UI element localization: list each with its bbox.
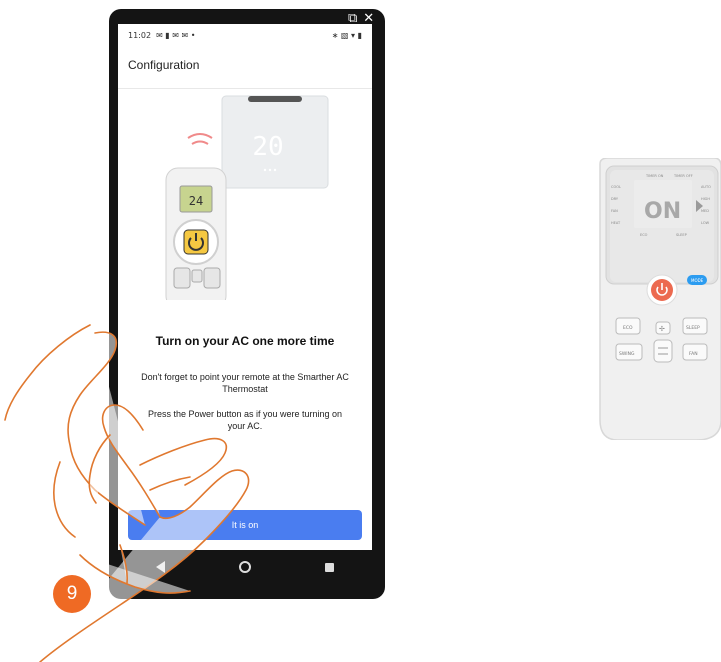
svg-text:✢: ✢ <box>659 325 665 333</box>
system-icons: ∗ ▧ ▾ ▮ <box>331 30 362 40</box>
wifi-signal-icon <box>187 133 213 145</box>
ac-remote-control: TIMER ON TIMER OFF COOL DRY FAN HEAT AUT… <box>599 158 721 440</box>
configuration-illustration: 20 24 <box>165 95 329 300</box>
step-number-badge: 9 <box>53 575 91 613</box>
svg-text:DRY: DRY <box>611 197 619 201</box>
svg-text:HIGH: HIGH <box>701 197 710 201</box>
svg-text:HEAT: HEAT <box>611 221 621 225</box>
svg-text:FAN: FAN <box>611 209 618 213</box>
notification-icons: ✉ ▮ ✉ ✉ • <box>156 30 196 40</box>
thermostat-top-bar <box>248 96 302 102</box>
status-bar: 11:02 ✉ ▮ ✉ ✉ • ∗ ▧ ▾ ▮ <box>118 24 372 46</box>
thermostat-display: 20 <box>252 132 283 162</box>
hand-pointer-illustration <box>4 324 250 662</box>
svg-text:LOW: LOW <box>701 221 710 225</box>
status-time: 11:02 <box>128 30 152 40</box>
svg-text:TIMER ON: TIMER ON <box>645 174 664 178</box>
svg-text:TIMER OFF: TIMER OFF <box>673 174 693 178</box>
window-controls: ⧉ ✕ <box>348 11 384 26</box>
recents-button[interactable] <box>322 559 338 575</box>
app-bar: Configuration <box>118 46 372 89</box>
remote-display: 24 <box>189 194 203 208</box>
svg-text:AUTO: AUTO <box>701 185 711 189</box>
page-title: Configuration <box>128 58 200 72</box>
svg-text:ECO: ECO <box>640 233 648 237</box>
svg-text:ECO: ECO <box>623 325 633 331</box>
svg-text:FAN: FAN <box>689 351 698 357</box>
svg-text:MODE: MODE <box>691 278 704 283</box>
svg-text:ON: ON <box>644 199 681 224</box>
remote-temp-button <box>653 339 673 363</box>
svg-text:SWING: SWING <box>619 351 635 357</box>
svg-text:COOL: COOL <box>611 185 621 189</box>
svg-text:SLEEP: SLEEP <box>676 233 687 237</box>
svg-text:SLEEP: SLEEP <box>686 325 700 331</box>
svg-text:MED: MED <box>701 209 709 213</box>
recents-icon <box>325 562 335 572</box>
